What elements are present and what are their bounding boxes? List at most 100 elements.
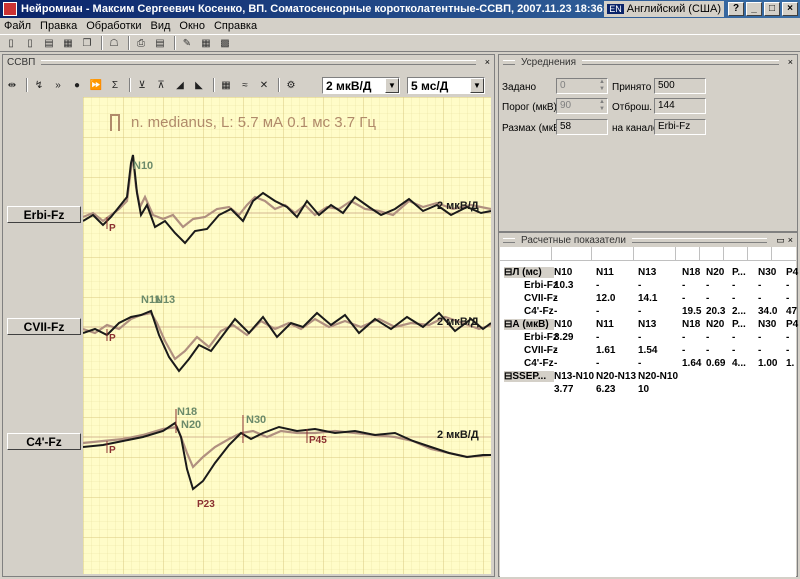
split-icon[interactable]: ⇹: [4, 77, 20, 93]
copy-icon[interactable]: ❐: [79, 36, 95, 51]
evoked-potential-plot[interactable]: n. medianus, L: 5.7 мА 0.1 мс 3.7 Гц N10…: [83, 97, 491, 574]
erbi-scale-label: 2 мкВ/Д: [437, 200, 479, 212]
s_group-cell: N20-N13: [596, 371, 637, 382]
triangle-alt-icon[interactable]: ◣: [191, 77, 207, 93]
help-button[interactable]: ?: [728, 2, 744, 16]
a_group-cell[interactable]: ⊟А (мкВ): [504, 319, 554, 330]
prinyato-field: 500: [654, 78, 706, 94]
stimulus-label: n. medianus, L: 5.7 мА 0.1 мс 3.7 Гц: [131, 114, 376, 131]
l_cvii-cell: 14.1: [638, 293, 658, 304]
triangle-icon[interactable]: ◢: [172, 77, 188, 93]
filter-icon[interactable]: ≈: [237, 77, 253, 93]
zadano-value: 0: [560, 80, 566, 91]
c4-marker-n18: N18: [177, 406, 197, 418]
l_erbi-cell: -: [786, 280, 790, 291]
chevron-down-icon[interactable]: ▼: [470, 78, 484, 93]
edit-icon[interactable]: ✎: [179, 36, 195, 51]
l_group-cell[interactable]: ⊟Л (мс): [504, 267, 554, 278]
a_cvii-cell: -: [786, 345, 790, 356]
delete-layout-icon[interactable]: ▩: [217, 36, 233, 51]
panel-grip[interactable]: [503, 59, 515, 65]
a_erbi-cell: Erbi-Fz: [524, 332, 558, 343]
toolbar-separator: [128, 36, 130, 50]
export-icon[interactable]: ▤: [152, 36, 168, 51]
a_cvii-cell: -: [706, 345, 710, 356]
print-icon[interactable]: ▦: [60, 36, 76, 51]
toolbar-separator: [278, 78, 280, 92]
zadano-field[interactable]: 0 ▲ ▼: [556, 78, 608, 94]
amplitude-select[interactable]: 2 мкВ/Д ▼: [322, 77, 400, 94]
razmah-field: 58: [556, 119, 608, 135]
a_cvii-cell: -: [554, 345, 558, 356]
porog-field[interactable]: 90 ▲ ▼: [556, 98, 608, 114]
menu-file[interactable]: Файл: [4, 20, 31, 32]
channel-button-c4[interactable]: C4'-Fz: [7, 433, 81, 450]
panel-close-icon[interactable]: ×: [788, 57, 793, 67]
l_group-cell: P...: [732, 267, 746, 278]
panel-grip[interactable]: [631, 237, 768, 243]
fast-forward-icon[interactable]: ⏩: [88, 77, 104, 93]
toolbar-separator: [213, 78, 215, 92]
c4-marker-p: P: [109, 445, 116, 456]
time-select[interactable]: 5 мс/Д ▼: [407, 77, 485, 94]
menu-view[interactable]: Вид: [150, 20, 170, 32]
patient-icon[interactable]: ☖: [106, 36, 122, 51]
settings-icon[interactable]: ⚙: [283, 77, 299, 93]
c4-marker-p45: P45: [309, 435, 327, 446]
l_c4-cell: C4'-Fz: [524, 306, 554, 317]
menu-edit[interactable]: Правка: [40, 20, 77, 32]
kanal-field: Erbi-Fz: [654, 119, 706, 135]
averaging-panel: Усреднения ×: [498, 54, 798, 232]
a_c4-cell: 1.00: [758, 358, 778, 369]
l_erbi-cell: 10.3: [554, 280, 574, 291]
main-toolbar: ▯ ▯ ▤ ▦ ❐ ☖ ⎙ ▤ ✎ ▦ ▩: [0, 34, 800, 52]
language-indicator[interactable]: EN Английский (США): [604, 1, 724, 17]
sigma-icon[interactable]: Σ: [107, 77, 123, 93]
maximize-button[interactable]: □: [764, 2, 780, 16]
zadano-label: Задано: [502, 82, 537, 93]
otbrosh-label: Отброш.: [612, 102, 653, 113]
a_group-cell: P...: [732, 319, 746, 330]
a_cvii-cell: -: [682, 345, 686, 356]
amplitude-value: 2 мкВ/Д: [326, 78, 372, 93]
panel-grip[interactable]: [503, 237, 515, 243]
database-icon[interactable]: ▤: [41, 36, 57, 51]
a_erbi-cell: -: [682, 332, 686, 343]
artifact-icon[interactable]: ✕: [256, 77, 272, 93]
open-document-icon[interactable]: ▯: [22, 36, 38, 51]
panel-grip[interactable]: [582, 59, 779, 65]
panel-minimize-icon[interactable]: ▭: [776, 235, 785, 246]
a_erbi-cell: -: [758, 332, 762, 343]
close-button[interactable]: ×: [782, 2, 798, 16]
channel-button-erbi[interactable]: Erbi-Fz: [7, 206, 81, 223]
marker-icon[interactable]: ⊻: [134, 77, 150, 93]
menu-help[interactable]: Справка: [214, 20, 257, 32]
panel-grip[interactable]: [41, 59, 476, 65]
layout-icon[interactable]: ▦: [198, 36, 214, 51]
new-document-icon[interactable]: ▯: [3, 36, 19, 51]
marker-alt-icon[interactable]: ⊼: [153, 77, 169, 93]
l_group-cell: N10: [554, 267, 573, 278]
panel-close-icon[interactable]: ×: [485, 57, 490, 67]
spin-icon[interactable]: ▲ ▼: [597, 99, 607, 113]
chevron-down-icon[interactable]: ▼: [385, 78, 399, 93]
grid-icon[interactable]: ▦: [218, 77, 234, 93]
menu-processing[interactable]: Обработки: [86, 20, 141, 32]
l_cvii-cell: -: [554, 293, 558, 304]
l_cvii-cell: CVII-Fz: [524, 293, 558, 304]
menu-window[interactable]: Окно: [179, 20, 205, 32]
a_c4-cell: 1.64: [682, 358, 702, 369]
channel-button-cvii[interactable]: CVII-Fz: [7, 318, 81, 335]
spin-icon[interactable]: ▲ ▼: [597, 79, 607, 93]
panel-close-icon[interactable]: ×: [788, 235, 793, 245]
forward-icon[interactable]: »: [50, 77, 66, 93]
printer-icon[interactable]: ⎙: [133, 36, 149, 51]
a_erbi-cell: -: [706, 332, 710, 343]
minimize-button[interactable]: _: [746, 2, 762, 16]
run-icon[interactable]: ↯: [31, 77, 47, 93]
results-grid[interactable]: ⊟Л (мс) N10 N11 N13 N18 N20 P... N30 P4 Erbi-Fz 10…: [500, 247, 798, 577]
l_cvii-cell: -: [706, 293, 710, 304]
s_group-cell[interactable]: ⊟SSEP...: [504, 371, 554, 382]
record-icon[interactable]: ●: [69, 77, 85, 93]
app-icon: [3, 2, 17, 16]
